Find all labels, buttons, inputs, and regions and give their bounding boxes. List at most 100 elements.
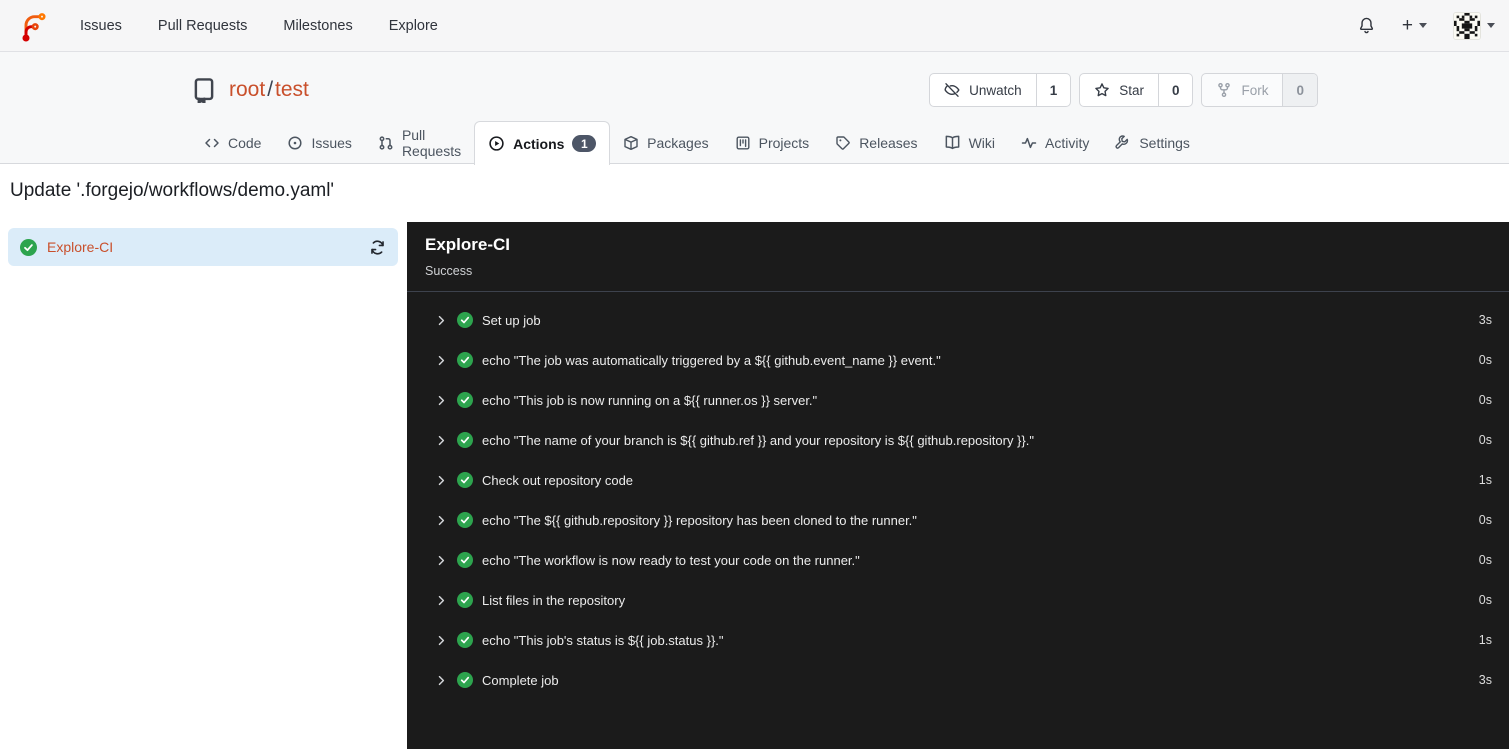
success-check-icon bbox=[457, 312, 473, 328]
step-duration: 3s bbox=[1478, 673, 1492, 687]
star-label: Star bbox=[1119, 82, 1144, 98]
chevron-right-icon bbox=[438, 435, 445, 445]
sidebar-job-explore-ci[interactable]: Explore-CI bbox=[8, 228, 398, 266]
star-button[interactable]: Star bbox=[1080, 74, 1158, 106]
run-job-title: Explore-CI bbox=[425, 235, 511, 254]
step-row[interactable]: List files in the repository 0s bbox=[407, 580, 1509, 620]
repo-name-link[interactable]: test bbox=[275, 78, 309, 101]
unwatch-label: Unwatch bbox=[969, 82, 1022, 98]
tab-packages[interactable]: Packages bbox=[610, 121, 721, 164]
run-log-panel: Explore-CI Success Set up job 3s echo "T… bbox=[407, 222, 1509, 749]
tab-projects-label: Projects bbox=[758, 134, 810, 151]
eye-slash-icon bbox=[944, 83, 960, 97]
tab-packages-label: Packages bbox=[647, 134, 709, 151]
step-duration: 1s bbox=[1478, 473, 1492, 487]
workflow-area: Explore-CI Explore-CI Success Set up job… bbox=[0, 222, 1509, 749]
tab-code-label: Code bbox=[228, 134, 262, 151]
fork-icon bbox=[1218, 82, 1231, 97]
star-button-group: Star 0 bbox=[1079, 73, 1194, 107]
tab-pull-requests[interactable]: Pull Requests bbox=[365, 121, 474, 164]
chevron-down-icon bbox=[1487, 23, 1495, 28]
tab-issues-label: Issues bbox=[311, 134, 352, 151]
tab-releases-label: Releases bbox=[859, 134, 918, 151]
tab-pull-requests-label: Pull Requests bbox=[401, 126, 462, 159]
tab-activity[interactable]: Activity bbox=[1008, 121, 1102, 164]
create-new-button[interactable]: + bbox=[1402, 16, 1427, 35]
success-check-icon bbox=[457, 432, 473, 448]
tab-actions[interactable]: Actions 1 bbox=[474, 121, 611, 165]
watchers-count[interactable]: 1 bbox=[1035, 74, 1071, 106]
user-menu-button[interactable] bbox=[1453, 11, 1495, 40]
navbar-right: + bbox=[1357, 11, 1495, 40]
step-label: Set up job bbox=[482, 312, 541, 328]
tab-wiki[interactable]: Wiki bbox=[931, 121, 1008, 164]
refresh-sync-icon[interactable] bbox=[369, 239, 386, 256]
repo-title: root/test bbox=[191, 77, 309, 103]
code-icon bbox=[205, 138, 219, 147]
chevron-right-icon bbox=[438, 595, 445, 605]
step-row[interactable]: Check out repository code 1s bbox=[407, 460, 1509, 500]
play-circle-icon bbox=[489, 136, 504, 151]
chevron-right-icon bbox=[438, 635, 445, 645]
chevron-right-icon bbox=[438, 555, 445, 565]
tab-code[interactable]: Code bbox=[191, 121, 274, 164]
repo-owner-link[interactable]: root bbox=[229, 78, 265, 101]
step-duration: 0s bbox=[1478, 393, 1492, 407]
tab-releases[interactable]: Releases bbox=[822, 121, 930, 164]
plus-icon: + bbox=[1401, 15, 1413, 36]
step-row[interactable]: echo "The workflow is now ready to test … bbox=[407, 540, 1509, 580]
wrench-icon bbox=[1115, 134, 1129, 149]
chevron-right-icon bbox=[438, 315, 445, 325]
step-row[interactable]: echo "This job's status is ${{ job.statu… bbox=[407, 620, 1509, 660]
success-check-icon bbox=[457, 472, 473, 488]
tab-settings[interactable]: Settings bbox=[1102, 121, 1203, 164]
fork-button-group: Fork 0 bbox=[1201, 73, 1318, 107]
success-check-icon bbox=[457, 552, 473, 568]
step-duration: 0s bbox=[1478, 353, 1492, 367]
success-check-icon bbox=[457, 352, 473, 368]
step-row[interactable]: echo "This job is now running on a ${{ r… bbox=[407, 380, 1509, 420]
step-label: echo "The name of your branch is ${{ git… bbox=[482, 432, 1034, 448]
step-label: echo "The workflow is now ready to test … bbox=[482, 552, 860, 568]
step-row[interactable]: echo "The job was automatically triggere… bbox=[407, 340, 1509, 380]
tab-actions-label: Actions bbox=[513, 135, 565, 152]
book-open-icon bbox=[945, 135, 959, 150]
repo-path-separator: / bbox=[267, 78, 274, 101]
forks-count[interactable]: 0 bbox=[1282, 74, 1317, 106]
pull-request-icon bbox=[379, 135, 393, 150]
repository-book-icon bbox=[194, 78, 214, 103]
chevron-right-icon bbox=[438, 515, 445, 525]
unwatch-button[interactable]: Unwatch bbox=[930, 74, 1036, 106]
tab-projects[interactable]: Projects bbox=[722, 121, 823, 164]
step-label: echo "The ${{ github.repository }} repos… bbox=[482, 512, 917, 528]
success-check-icon bbox=[457, 632, 473, 648]
user-avatar-identicon bbox=[1453, 11, 1481, 40]
step-duration: 0s bbox=[1478, 553, 1492, 567]
project-board-icon bbox=[736, 136, 750, 150]
tab-issues[interactable]: Issues bbox=[274, 121, 364, 164]
step-row[interactable]: Set up job 3s bbox=[407, 300, 1509, 340]
nav-explore[interactable]: Explore bbox=[389, 18, 438, 34]
chevron-right-icon bbox=[438, 395, 445, 405]
fork-button[interactable]: Fork bbox=[1202, 74, 1282, 106]
notifications-button[interactable] bbox=[1357, 16, 1376, 35]
page-title: Update '.forgejo/workflows/demo.yaml' bbox=[10, 180, 335, 201]
repo-tabs: Code Issues Pull Requests Actions 1 Pack… bbox=[191, 120, 1318, 165]
repo-header: root/test Unwatch 1 Star 0 Fork 0 Code I… bbox=[0, 52, 1509, 165]
step-row[interactable]: echo "The name of your branch is ${{ git… bbox=[407, 420, 1509, 460]
nav-pull-requests[interactable]: Pull Requests bbox=[158, 18, 247, 34]
tab-wiki-label: Wiki bbox=[968, 134, 995, 151]
step-row[interactable]: Complete job 3s bbox=[407, 660, 1509, 700]
repo-action-buttons: Unwatch 1 Star 0 Fork 0 bbox=[929, 73, 1318, 107]
forgejo-logo-icon[interactable] bbox=[18, 10, 50, 42]
step-row[interactable]: echo "The ${{ github.repository }} repos… bbox=[407, 500, 1509, 540]
nav-milestones[interactable]: Milestones bbox=[283, 18, 352, 34]
step-duration: 3s bbox=[1478, 313, 1492, 327]
run-status-text: Success bbox=[425, 264, 473, 278]
step-label: echo "This job is now running on a ${{ r… bbox=[482, 392, 818, 408]
stars-count[interactable]: 0 bbox=[1157, 74, 1193, 106]
run-title-section: Update '.forgejo/workflows/demo.yaml' bbox=[0, 164, 1509, 222]
nav-issues[interactable]: Issues bbox=[80, 18, 122, 34]
success-check-icon bbox=[457, 592, 473, 608]
step-label: Complete job bbox=[482, 672, 559, 688]
